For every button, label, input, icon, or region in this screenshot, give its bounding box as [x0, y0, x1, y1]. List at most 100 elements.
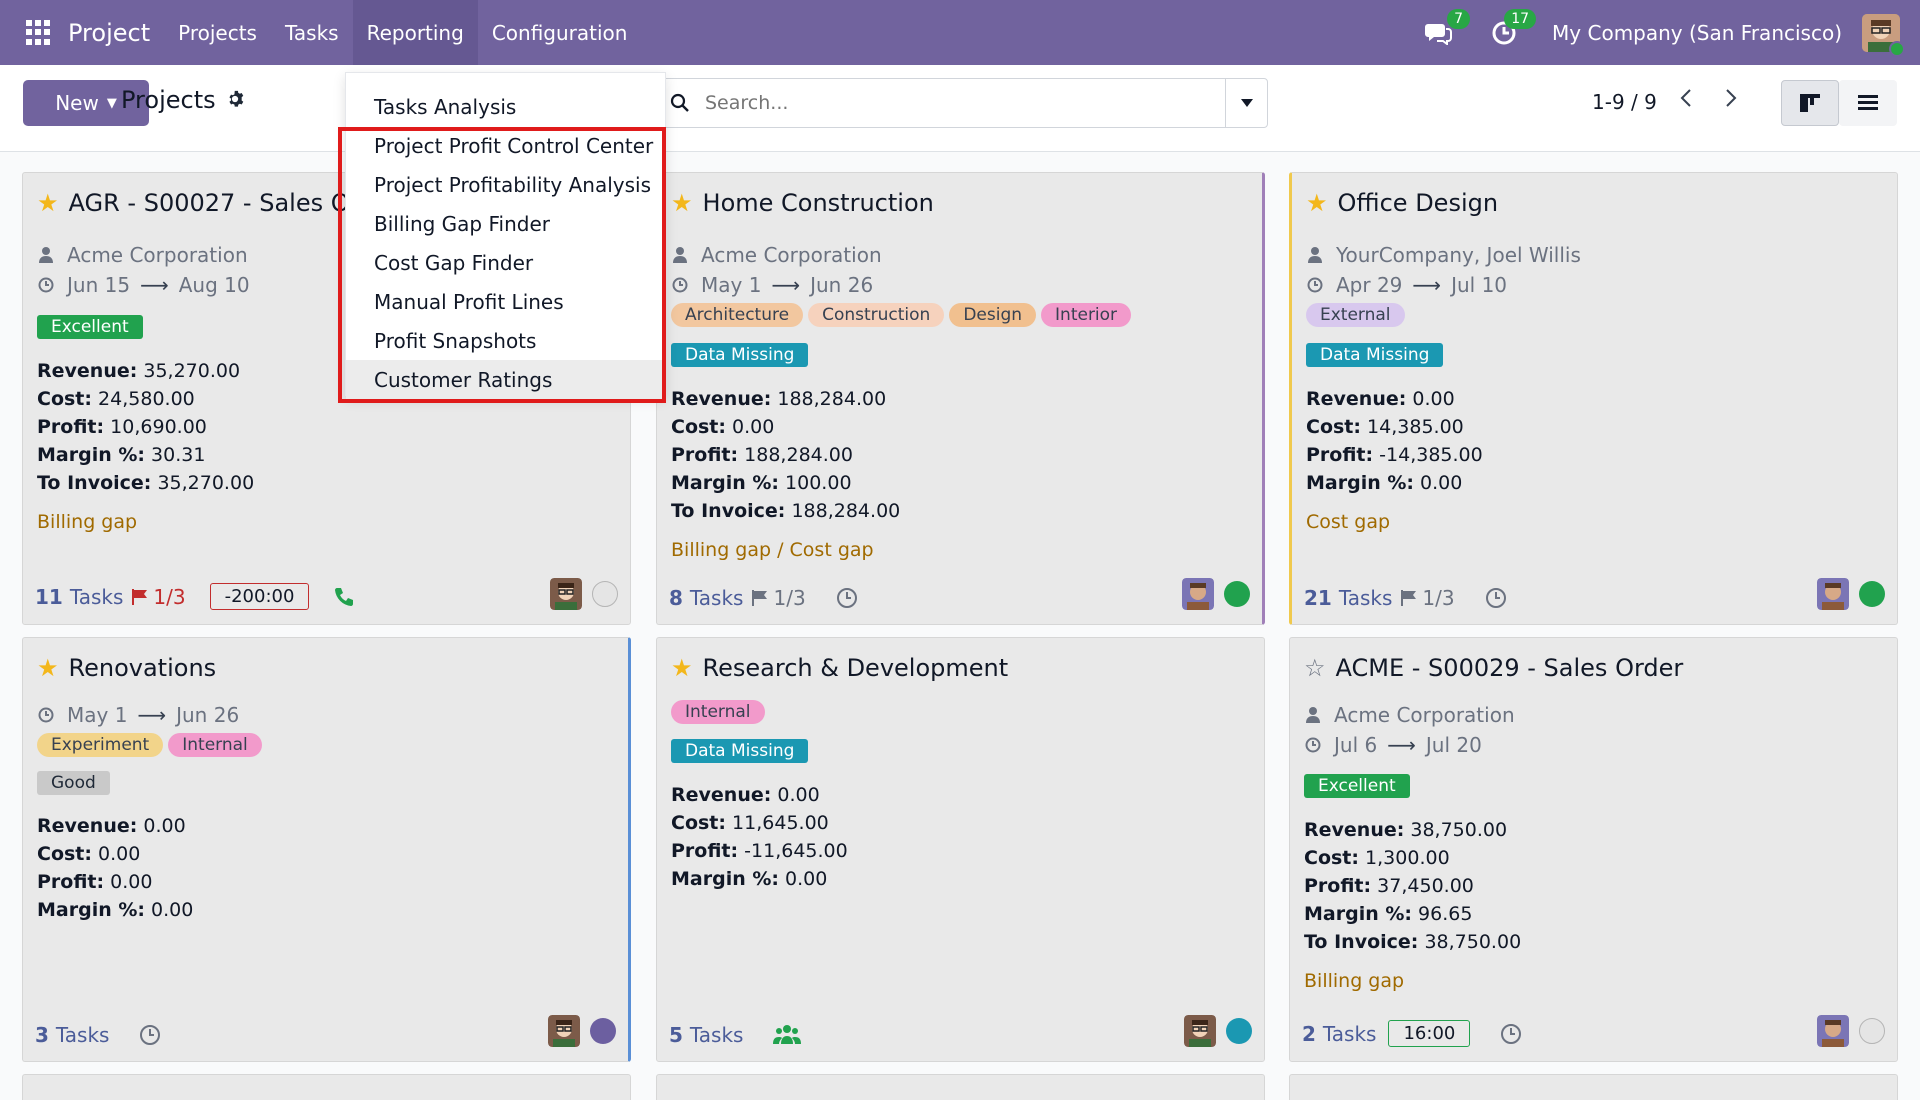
list-view-button[interactable] [1839, 80, 1897, 126]
messages-count-badge: 7 [1447, 8, 1471, 29]
milestones-indicator[interactable]: 1/3 [751, 586, 806, 610]
activities-button[interactable]: 17 [1486, 8, 1537, 51]
project-card[interactable]: ★ Renovations May 1 ⟶ Jun 26 Experiment … [22, 637, 631, 1062]
project-name: ACME - S00029 - Sales Order [1335, 654, 1684, 682]
project-name: Renovations [68, 654, 217, 682]
activity-clock-icon[interactable] [836, 587, 858, 609]
financial-summary: Revenue: 38,750.00 Cost: 1,300.00 Profit… [1304, 816, 1521, 956]
kanban-view-button[interactable] [1781, 80, 1839, 126]
date-end: Aug 10 [178, 273, 250, 297]
revenue-label: Revenue: [37, 815, 138, 837]
avatar[interactable] [1182, 578, 1214, 610]
gap-indicator: Billing gap [37, 511, 138, 533]
tasks-link[interactable]: 3 Tasks [35, 1023, 109, 1047]
project-card-partial[interactable] [22, 1074, 631, 1100]
avatar[interactable] [550, 578, 582, 610]
avatar[interactable] [1817, 578, 1849, 610]
profit-value: 188,284.00 [744, 444, 853, 466]
project-card[interactable]: ☆ ACME - S00029 - Sales Order Acme Corpo… [1289, 637, 1898, 1062]
project-card[interactable]: ★ Home Construction Acme Corporation May… [656, 172, 1265, 625]
menu-reporting[interactable]: Reporting [352, 0, 478, 65]
financial-summary: Revenue: 188,284.00 Cost: 0.00 Profit: 1… [671, 385, 900, 525]
avatar[interactable] [1817, 1015, 1849, 1047]
date-end: Jun 26 [176, 703, 240, 727]
revenue-value: 0.00 [777, 784, 820, 806]
project-title: ★ Research & Development [671, 654, 1008, 682]
margin-value: 30.31 [151, 444, 206, 466]
star-outline-icon[interactable]: ☆ [1304, 654, 1326, 682]
margin-label: Margin %: [671, 868, 779, 890]
activity-clock-icon[interactable] [1485, 587, 1507, 609]
project-card-partial[interactable] [656, 1074, 1265, 1100]
avatar[interactable] [548, 1015, 580, 1047]
menu-configuration[interactable]: Configuration [478, 0, 642, 65]
pager-previous-button[interactable] [1680, 88, 1692, 114]
card-avatars [1817, 578, 1885, 610]
pager-next-button[interactable] [1725, 88, 1737, 114]
cost-value: 0.00 [732, 416, 775, 438]
status-indicator[interactable] [592, 581, 618, 607]
star-icon[interactable]: ★ [37, 654, 59, 682]
milestones-indicator[interactable]: 1/3 [131, 584, 186, 609]
menu-item-tasks-analysis[interactable]: Tasks Analysis [346, 87, 665, 126]
project-card[interactable]: ★ Research & Development Internal Data M… [656, 637, 1265, 1062]
avatar[interactable] [1184, 1015, 1216, 1047]
breadcrumb: Projects [121, 86, 244, 114]
caret-down-icon: ▼ [106, 95, 117, 111]
customer-name: YourCompany, Joel Willis [1336, 243, 1581, 267]
revenue-value: 38,750.00 [1410, 819, 1508, 841]
star-icon[interactable]: ★ [671, 654, 693, 682]
card-footer: 21 Tasks 1/3 [1304, 586, 1507, 610]
activity-clock-icon[interactable] [139, 1024, 161, 1046]
to-invoice-label: To Invoice: [671, 500, 786, 522]
company-switcher[interactable]: My Company (San Francisco) [1552, 21, 1842, 45]
status-indicator[interactable] [1226, 1018, 1252, 1044]
pager-value[interactable]: 1-9 / 9 [1592, 90, 1657, 114]
card-footer: 8 Tasks 1/3 [669, 586, 858, 610]
project-card[interactable]: ★ Office Design YourCompany, Joel Willis… [1289, 172, 1898, 625]
star-icon[interactable]: ★ [37, 189, 59, 217]
tag: Internal [671, 700, 765, 724]
user-icon [671, 247, 689, 263]
menu-projects[interactable]: Projects [164, 0, 271, 65]
app-switcher-icon[interactable] [26, 20, 51, 45]
revenue-value: 0.00 [143, 815, 186, 837]
cost-value: 0.00 [98, 843, 141, 865]
to-invoice-label: To Invoice: [37, 472, 152, 494]
search-input[interactable] [693, 80, 1225, 126]
revenue-label: Revenue: [671, 388, 772, 410]
status-indicator[interactable] [1859, 581, 1885, 607]
gear-icon[interactable] [226, 86, 244, 114]
milestones-indicator[interactable]: 1/3 [1400, 586, 1455, 610]
tasks-link[interactable]: 2 Tasks [1302, 1022, 1376, 1046]
clock-icon [37, 707, 55, 723]
project-card-partial[interactable] [1289, 1074, 1898, 1100]
star-icon[interactable]: ★ [1306, 189, 1328, 217]
status-indicator[interactable] [590, 1018, 616, 1044]
status-indicator[interactable] [1224, 581, 1250, 607]
time-remaining-badge: 16:00 [1388, 1020, 1471, 1047]
tag-list: External [1306, 303, 1405, 327]
date-end: Jul 20 [1425, 733, 1482, 757]
users-icon[interactable] [773, 1024, 802, 1046]
date-start: Apr 29 [1336, 273, 1403, 297]
tasks-link[interactable]: 5 Tasks [669, 1023, 743, 1047]
date-end: Jul 10 [1451, 273, 1508, 297]
milestones-value: 1/3 [153, 584, 186, 609]
margin-label: Margin %: [37, 899, 145, 921]
menu-tasks[interactable]: Tasks [271, 0, 353, 65]
search-options-toggle[interactable] [1225, 79, 1267, 127]
messages-button[interactable]: 7 [1420, 8, 1471, 51]
arrow-right-icon: ⟶ [137, 703, 167, 727]
tasks-link[interactable]: 11 Tasks [35, 585, 123, 609]
app-name[interactable]: Project [68, 19, 150, 47]
tasks-link[interactable]: 21 Tasks [1304, 586, 1392, 610]
chevron-right-icon [1726, 89, 1737, 107]
phone-icon[interactable] [333, 586, 355, 608]
user-avatar[interactable] [1862, 13, 1905, 57]
star-icon[interactable]: ★ [671, 189, 693, 217]
activity-clock-icon[interactable] [1500, 1023, 1522, 1045]
status-indicator[interactable] [1859, 1018, 1885, 1044]
margin-label: Margin %: [1306, 472, 1414, 494]
tasks-link[interactable]: 8 Tasks [669, 586, 743, 610]
